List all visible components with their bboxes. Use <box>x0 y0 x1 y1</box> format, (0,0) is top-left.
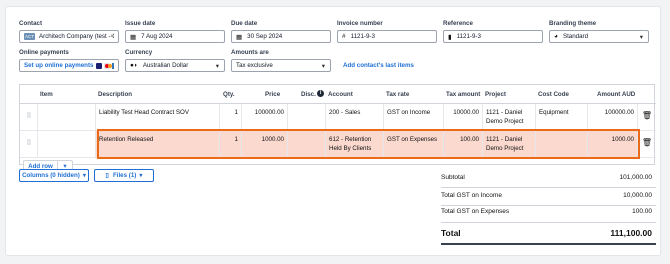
divider <box>441 243 656 245</box>
columns-button-label: Columns (0 hidden) <box>22 172 80 179</box>
hash-icon: # <box>342 33 346 40</box>
contact-badge: ACT <box>24 33 35 40</box>
branding-theme-value: Standard <box>562 33 589 40</box>
file-icon: ▯ <box>105 172 109 179</box>
table-row[interactable]: ⠿ Liability Test Head Contract SOV 1 100… <box>20 104 656 131</box>
currency-select[interactable]: ●◗ Australian Dollar ▾ <box>125 59 225 72</box>
branding-theme-label: Branding theme <box>549 20 597 27</box>
files-button-label: Files (1) <box>112 172 137 179</box>
col-description: Description <box>98 91 133 98</box>
reference-label: Reference <box>443 20 473 27</box>
gst-expenses-label: Total GST on Expenses <box>441 208 510 215</box>
trash-icon[interactable]: 🗑 <box>638 131 656 158</box>
files-button[interactable]: ▯ Files (1) ▾ <box>94 169 154 182</box>
reference-value: 1121-9-3 <box>456 33 481 40</box>
table-header: Item Description Qty. Price Disc. i Acco… <box>20 85 656 104</box>
total-value: 111,100.00 <box>610 228 652 238</box>
tax-rate-cell[interactable]: GST on Income <box>384 104 444 131</box>
disc-cell[interactable] <box>288 104 326 131</box>
due-date-field[interactable]: ▦ 30 Sep 2024 <box>231 30 331 43</box>
row-highlight-outline <box>97 129 640 159</box>
gst-income-label: Total GST on Income <box>441 192 502 199</box>
chevron-down-icon: ▾ <box>215 63 219 70</box>
amounts-are-label: Amounts are <box>231 49 269 56</box>
chevron-down-icon: ▾ <box>139 172 143 179</box>
issue-date-value: 7 Aug 2024 <box>141 33 173 40</box>
due-date-value: 30 Sep 2024 <box>247 33 283 40</box>
contact-value: Architech Company (test - 1 <box>39 33 114 40</box>
calendar-icon: ▦ <box>236 33 243 41</box>
subtotal-label: Subtotal <box>441 174 465 181</box>
col-item: Item <box>40 91 53 98</box>
currency-label: Currency <box>125 49 153 56</box>
online-payments-label: Online payments <box>19 49 69 56</box>
col-price: Price <box>265 91 281 98</box>
issue-date-label: Issue date <box>125 20 156 27</box>
reference-field[interactable]: ▮ 1121-9-3 <box>443 30 543 43</box>
chevron-down-icon: ▾ <box>639 34 643 41</box>
columns-button[interactable]: Columns (0 hidden) ▾ <box>19 169 89 182</box>
invoice-number-value: 1121-9-3 <box>350 33 375 40</box>
drag-handle-icon[interactable]: ⠿ <box>20 104 38 131</box>
line-items-table: Item Description Qty. Price Disc. i Acco… <box>19 84 656 173</box>
amex-icon <box>112 62 115 69</box>
col-tax-amount: Tax amount <box>446 91 481 98</box>
visa-icon <box>96 62 103 69</box>
col-project: Project <box>485 91 506 98</box>
amount-cell[interactable]: 100000.00 <box>588 104 638 131</box>
cost-code-cell[interactable]: Equipment <box>536 104 588 131</box>
online-payments-field[interactable]: Set up online payments <box>19 59 119 72</box>
col-cost-code: Cost Code <box>538 91 569 98</box>
col-tax-rate: Tax rate <box>386 91 410 98</box>
chevron-down-icon: ▾ <box>82 172 86 179</box>
gst-income-value: 10,000.00 <box>623 192 652 199</box>
project-cell[interactable]: 1121 - Daniel Demo Project <box>483 104 536 131</box>
gst-expenses-value: 100.00 <box>632 208 652 215</box>
divider <box>441 205 656 206</box>
divider <box>441 222 656 223</box>
invoice-number-label: Invoice number <box>337 20 383 27</box>
amounts-are-value: Tax exclusive <box>236 62 273 69</box>
add-contacts-last-items-link[interactable]: Add contact's last items <box>343 62 414 69</box>
mastercard-icon <box>104 62 113 69</box>
amounts-are-select[interactable]: Tax exclusive ▾ <box>231 59 331 72</box>
contact-label: Contact <box>19 20 43 27</box>
total-label: Total <box>441 228 461 238</box>
bookmark-icon: ▮ <box>448 33 452 41</box>
info-icon[interactable]: i <box>317 90 324 97</box>
currency-value: Australian Dollar <box>142 62 189 69</box>
divider <box>441 187 656 188</box>
invoice-card: Contact Issue date Due date Invoice numb… <box>5 6 661 256</box>
setup-online-payments-link[interactable]: Set up online payments <box>24 62 93 69</box>
drag-handle-icon[interactable]: ⠿ <box>20 131 38 158</box>
due-date-label: Due date <box>231 20 258 27</box>
invoice-number-field[interactable]: # 1121-9-3 <box>337 30 437 43</box>
subtotal-value: 101,000.00 <box>619 174 652 181</box>
col-account: Account <box>328 91 353 98</box>
currency-icon: ●◗ <box>130 62 138 69</box>
contact-field[interactable]: ACT Architech Company (test - 1 × <box>19 30 119 43</box>
tax-amount-cell[interactable]: 10000.00 <box>444 104 483 131</box>
qty-cell[interactable]: 1 <box>220 104 242 131</box>
palette-icon: ◕ <box>554 33 558 40</box>
chevron-down-icon: ▾ <box>321 63 325 70</box>
issue-date-field[interactable]: ▦ 7 Aug 2024 <box>125 30 225 43</box>
col-disc: Disc. <box>301 91 316 98</box>
col-amount: Amount AUD <box>597 91 636 98</box>
price-cell[interactable]: 100000.00 <box>242 104 288 131</box>
account-cell[interactable]: 200 - Sales <box>326 104 384 131</box>
item-cell[interactable] <box>38 104 96 131</box>
description-cell[interactable]: Liability Test Head Contract SOV <box>96 104 220 131</box>
calendar-icon: ▦ <box>130 33 137 41</box>
clear-contact-icon[interactable]: × <box>110 33 114 40</box>
col-qty: Qty. <box>223 91 235 98</box>
trash-icon[interactable]: 🗑 <box>638 104 656 131</box>
branding-theme-select[interactable]: ◕ Standard ▾ <box>549 30 649 43</box>
item-cell[interactable] <box>38 131 96 158</box>
